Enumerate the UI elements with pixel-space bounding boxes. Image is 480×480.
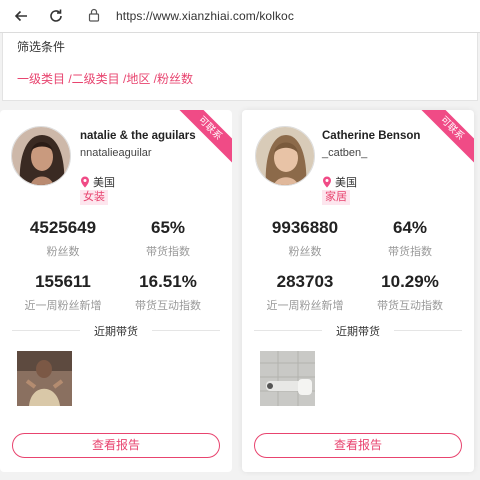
location: 美国	[322, 174, 357, 190]
followers-label: 粉丝数	[46, 246, 80, 258]
sales-index-label: 带货指数	[388, 246, 432, 258]
influencer-handle: _catben_	[322, 147, 368, 159]
category-tag: 家居	[322, 190, 350, 205]
product-thumbnail[interactable]	[260, 351, 315, 406]
contactable-badge: 可联系	[416, 110, 474, 166]
influencer-card: 可联系 Catherine Benson _catben_ 美国 家居 9936…	[242, 110, 474, 472]
location-pin-icon	[323, 176, 331, 188]
sales-index-label: 带货指数	[146, 246, 190, 258]
product-thumbnail[interactable]	[17, 351, 72, 406]
interaction-stat: 16.51% 带货互动指数	[126, 272, 210, 313]
reload-icon[interactable]	[46, 6, 66, 26]
weekly-new-stat: 155611 近一周粉丝新增	[18, 272, 108, 313]
followers-label: 粉丝数	[288, 246, 322, 258]
sales-index-stat: 64% 带货指数	[368, 218, 452, 259]
weekly-new-label: 近一周粉丝新增	[266, 300, 344, 312]
filter-breadcrumb[interactable]: 一级类目 /二级类目 /地区 /粉丝数	[17, 70, 193, 87]
recent-products-label: 近期带货	[336, 326, 380, 338]
interaction-label: 带货互动指数	[135, 300, 201, 312]
filter-panel: 筛选条件 一级类目 /二级类目 /地区 /粉丝数	[2, 33, 478, 101]
interaction-stat: 10.29% 带货互动指数	[368, 272, 452, 313]
influencer-handle: nnatalieaguilar	[80, 147, 152, 159]
weekly-new-stat: 283703 近一周粉丝新增	[260, 272, 350, 313]
contactable-ribbon: 可联系	[416, 110, 474, 168]
address-bar[interactable]: https://www.xianzhiai.com/kolkoc	[116, 9, 294, 23]
lock-icon	[88, 8, 102, 24]
sales-index-stat: 65% 带货指数	[126, 218, 210, 259]
influencer-name[interactable]: natalie & the aguilars	[80, 130, 196, 142]
recent-products-label: 近期带货	[94, 326, 138, 338]
followers-value: 9936880	[271, 218, 339, 237]
influencer-card: 可联系 natalie & the aguilars nnatalieaguil…	[0, 110, 232, 472]
filter-title: 筛选条件	[17, 40, 66, 54]
interaction-value: 16.51%	[139, 272, 197, 291]
view-report-button[interactable]: 查看报告	[12, 433, 220, 458]
interaction-value: 10.29%	[381, 272, 439, 291]
interaction-label: 带货互动指数	[377, 300, 443, 312]
view-report-button[interactable]: 查看报告	[254, 433, 462, 458]
browser-toolbar: https://www.xianzhiai.com/kolkoc	[0, 0, 480, 33]
location-pin-icon	[81, 176, 89, 188]
avatar[interactable]	[11, 126, 71, 186]
influencer-name[interactable]: Catherine Benson	[322, 130, 420, 142]
avatar[interactable]	[255, 126, 315, 186]
category-tag: 女装	[80, 190, 108, 205]
back-arrow-icon[interactable]	[11, 6, 31, 26]
followers-stat: 9936880 粉丝数	[260, 218, 350, 259]
sales-index-value: 65%	[150, 218, 186, 237]
divider-line	[152, 330, 220, 331]
location-label: 美国	[335, 177, 357, 189]
divider-line	[394, 330, 462, 331]
location: 美国	[80, 174, 115, 190]
sales-index-value: 64%	[392, 218, 428, 237]
followers-stat: 4525649 粉丝数	[18, 218, 108, 259]
weekly-new-value: 283703	[276, 272, 334, 291]
followers-value: 4525649	[29, 218, 97, 237]
weekly-new-value: 155611	[35, 272, 91, 291]
weekly-new-label: 近一周粉丝新增	[24, 300, 102, 312]
recent-products-divider: 近期带货	[12, 323, 220, 338]
location-label: 美国	[93, 177, 115, 189]
recent-products-divider: 近期带货	[254, 323, 462, 338]
